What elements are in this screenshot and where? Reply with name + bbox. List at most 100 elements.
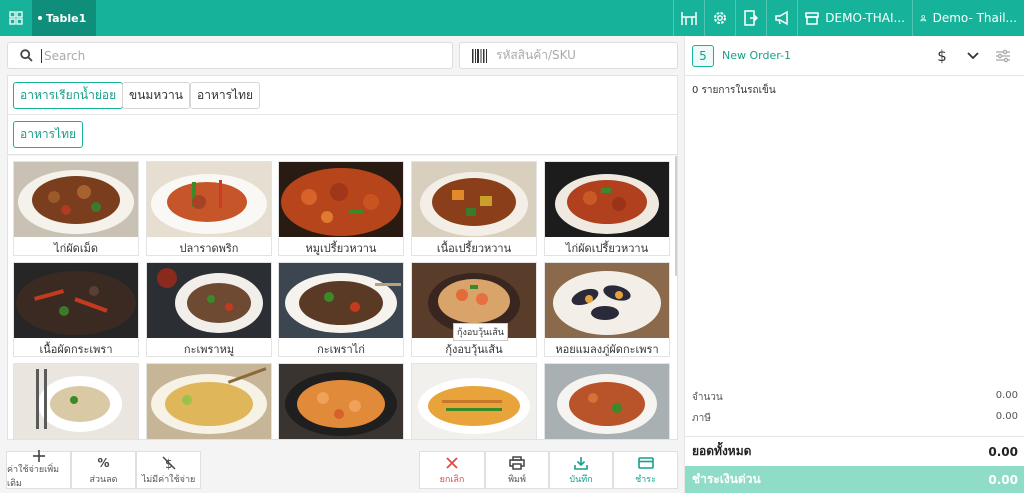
no-dollar-icon: $	[162, 454, 176, 472]
product-image	[147, 162, 271, 237]
product-image	[545, 364, 669, 439]
active-dot-icon	[38, 16, 42, 20]
search-input[interactable]: Search	[7, 42, 453, 69]
credit-card-icon	[637, 454, 654, 472]
quantity-label: จำนวน	[692, 392, 723, 403]
percent-icon: %	[97, 456, 110, 470]
product-name: หอยแมลงภู่ผัดกะเพรา	[555, 343, 659, 356]
action-bar: ค่าใช้จ่ายเพิ่มเติม % ส่วนลด $ ไม่มีค่าใ…	[0, 449, 684, 493]
sku-input[interactable]: รหัสสินค้า/SKU	[459, 42, 678, 69]
grid-icon[interactable]	[0, 0, 32, 36]
tax-label: ภาษี	[692, 413, 711, 424]
tax-row: ภาษี 0.00	[692, 411, 1018, 426]
quantity-row: จำนวน 0.00	[692, 390, 1018, 405]
product-name: เนื้อผัดกระเพรา	[39, 343, 113, 356]
exit-icon[interactable]	[735, 0, 766, 36]
pay-button[interactable]: ชำระ	[613, 451, 678, 489]
total-label: ยอดทั้งหมด	[692, 444, 752, 458]
product-image	[147, 263, 271, 338]
category-chip-dessert[interactable]: ขนมหวาน	[122, 82, 190, 109]
product-image	[545, 263, 669, 338]
download-icon	[574, 454, 588, 472]
category-filter: อาหารเรียกน้ำย่อย ขนมหวาน อาหารไทย อาหาร…	[7, 75, 678, 155]
product-name: ไก่ผัดเปรี้ยวหวาน	[565, 242, 649, 255]
product-card[interactable]	[13, 363, 139, 439]
product-card[interactable]: กะเพราไก่	[278, 262, 404, 357]
product-card[interactable]: เนื้อเปรี้ยวหวาน	[411, 161, 537, 256]
print-button[interactable]: พิมพ์	[485, 451, 549, 489]
filter-settings-icon[interactable]	[993, 46, 1013, 66]
product-name: กะเพราหมู	[183, 343, 235, 356]
product-panel: Search รหัสสินค้า/SKU อาหารเรียกน้ำย่อย …	[0, 36, 684, 493]
table-tab[interactable]: Table1	[32, 0, 97, 36]
product-card[interactable]: ไก่ผัดเปรี้ยวหวาน	[544, 161, 670, 256]
printer-icon	[509, 454, 525, 472]
cancel-button[interactable]: ยกเลิก	[419, 451, 485, 489]
tax-value: 0.00	[995, 411, 1018, 422]
category-chip-appetizer[interactable]: อาหารเรียกน้ำย่อย	[13, 82, 124, 109]
product-card[interactable]: หมูเปรี้ยวหวาน	[278, 161, 404, 256]
dollar-icon[interactable]: $	[932, 46, 952, 66]
product-name: หมูเปรี้ยวหวาน	[305, 242, 377, 255]
text-cursor	[41, 48, 42, 63]
subcategory-chip-thai-food[interactable]: อาหารไทย	[13, 121, 84, 148]
order-number-badge[interactable]: 5	[692, 45, 714, 67]
quick-pay-label: ชำระเงินด่วน	[692, 472, 761, 486]
quick-pay-button[interactable]: ชำระเงินด่วน 0.00	[685, 466, 1024, 493]
close-icon	[446, 454, 458, 472]
order-name[interactable]: New Order-1	[722, 49, 791, 62]
no-charge-button[interactable]: $ ไม่มีค่าใช้จ่าย	[136, 451, 201, 489]
product-card[interactable]	[278, 363, 404, 439]
cart-item-count: 0 รายการในรถเข็น	[692, 85, 776, 96]
product-image	[14, 162, 138, 237]
product-name: กุ้งอบวุ้นเส้น	[445, 343, 503, 356]
product-image	[545, 162, 669, 237]
product-image	[14, 364, 138, 439]
no-charge-label: ไม่มีค่าใช้จ่าย	[141, 475, 196, 485]
product-card[interactable]: หอยแมลงภู่ผัดกะเพรา	[544, 262, 670, 357]
user-menu[interactable]: Demo- Thail...	[912, 0, 1024, 36]
product-image	[147, 364, 271, 439]
megaphone-icon[interactable]	[766, 0, 797, 36]
product-name: กะเพราไก่	[317, 343, 365, 356]
product-image	[14, 263, 138, 338]
chevron-down-icon[interactable]	[963, 46, 983, 66]
save-button[interactable]: บันทึก	[549, 451, 613, 489]
store-name: DEMO-THAI...	[825, 11, 905, 25]
product-card[interactable]	[544, 363, 670, 439]
product-card[interactable]	[146, 363, 272, 439]
print-label: พิมพ์	[508, 475, 526, 485]
product-card[interactable]: ปลาราดพริก	[146, 161, 272, 256]
product-tooltip: กุ้งอบวุ้นเส้น	[453, 323, 508, 341]
total-row: ยอดทั้งหมด 0.00	[685, 436, 1024, 466]
product-card[interactable]: เนื้อผัดกระเพรา	[13, 262, 139, 357]
product-name: เนื้อเปรี้ยวหวาน	[436, 242, 512, 255]
top-bar: Table1 DEMO-THAI... Demo- Thail...	[0, 0, 1024, 36]
product-card[interactable]	[411, 363, 537, 439]
category-divider	[8, 114, 677, 115]
discount-label: ส่วนลด	[89, 475, 118, 485]
extra-charge-button[interactable]: ค่าใช้จ่ายเพิ่มเติม	[6, 450, 71, 489]
product-image	[279, 162, 403, 237]
product-name: ไก่ผัดเม็ด	[54, 242, 98, 255]
search-icon	[20, 49, 33, 62]
gear-icon[interactable]	[704, 0, 735, 36]
product-image	[279, 263, 403, 338]
product-image	[412, 162, 536, 237]
product-grid: ไก่ผัดเม็ด ปลาราดพริก หมูเปรี้ยวหวาน เนื…	[7, 156, 678, 440]
product-card[interactable]: กะเพราหมู	[146, 262, 272, 357]
quantity-value: 0.00	[995, 390, 1018, 401]
product-card[interactable]: กุ้งอบวุ้นเส้น กุ้งอบวุ้นเส้น	[411, 262, 537, 357]
save-label: บันทึก	[569, 475, 593, 485]
order-panel: 5 New Order-1 $ 0 รายการในรถเข็น จำนวน 0…	[684, 36, 1024, 493]
product-grid-scrollbar[interactable]	[675, 156, 677, 276]
store-selector[interactable]: DEMO-THAI...	[797, 0, 912, 36]
discount-button[interactable]: % ส่วนลด	[71, 451, 136, 489]
total-value: 0.00	[988, 444, 1018, 459]
extra-charge-label: ค่าใช้จ่ายเพิ่มเติม	[7, 465, 60, 489]
cancel-label: ยกเลิก	[439, 475, 465, 485]
product-card[interactable]: ไก่ผัดเม็ด	[13, 161, 139, 256]
table-icon[interactable]	[673, 0, 704, 36]
pay-label: ชำระ	[635, 475, 656, 485]
category-chip-thai-food[interactable]: อาหารไทย	[190, 82, 261, 109]
